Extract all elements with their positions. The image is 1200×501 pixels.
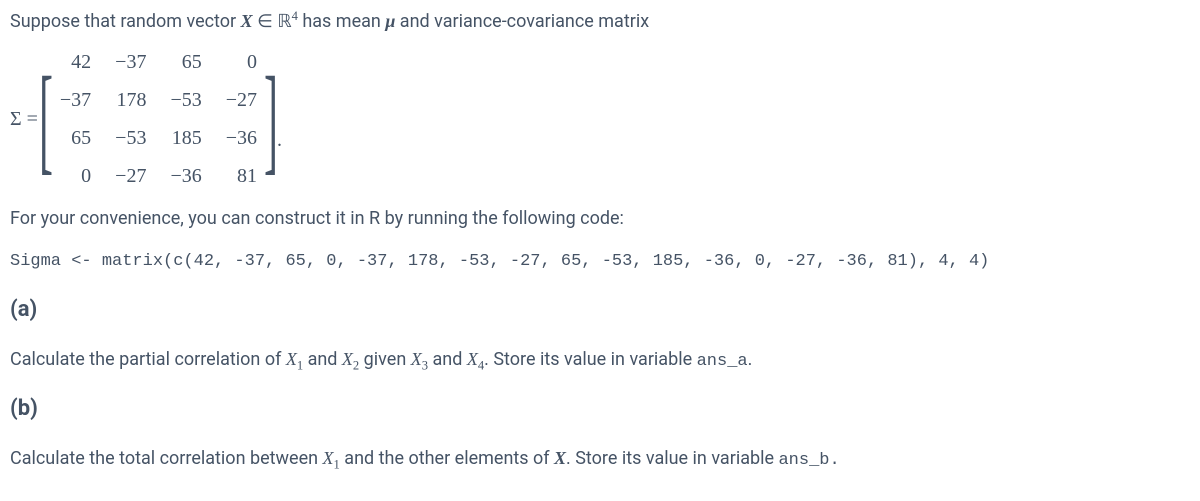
matrix-cell: 0 bbox=[214, 43, 269, 81]
matrix-cell: −53 bbox=[103, 119, 158, 157]
intro-part2: has mean bbox=[298, 11, 385, 32]
part-b-text2: and the other elements of bbox=[340, 448, 554, 469]
symbol-X3: X bbox=[411, 349, 422, 369]
ans-a-var: ans_a bbox=[697, 352, 748, 371]
covariance-matrix: 42 −37 65 0 −37 178 −53 −27 65 −53 185 −… bbox=[48, 43, 269, 195]
matrix-row: 42 −37 65 0 bbox=[48, 43, 269, 81]
r-code: Sigma <- matrix(c(42, -37, 65, 0, -37, 1… bbox=[10, 252, 989, 271]
matrix-cell: −36 bbox=[214, 119, 269, 157]
matrix-cell: −27 bbox=[103, 157, 158, 195]
convenience-text: For your convenience, you can construct … bbox=[10, 205, 1190, 232]
part-b-paragraph: Calculate the total correlation between … bbox=[10, 445, 1190, 474]
symbol-X4: X bbox=[467, 349, 478, 369]
part-b-dot: . bbox=[830, 451, 840, 470]
matrix-cell: 185 bbox=[158, 119, 213, 157]
text-and-2: and bbox=[428, 349, 467, 370]
part-a-label: (a) bbox=[10, 293, 1190, 326]
part-a-paragraph: Calculate the partial correlation of X1 … bbox=[10, 346, 1190, 375]
intro-part3: and variance-covariance matrix bbox=[395, 11, 649, 32]
symbol-X2: X bbox=[342, 349, 353, 369]
symbol-X1: X bbox=[286, 349, 297, 369]
matrix-cell: −36 bbox=[158, 157, 213, 195]
matrix-cell: 81 bbox=[214, 157, 269, 195]
part-b-text1: Calculate the total correlation between bbox=[10, 448, 323, 469]
symbol-X: X bbox=[241, 11, 253, 31]
matrix-cell: 65 bbox=[158, 43, 213, 81]
matrix-cell: −53 bbox=[158, 81, 213, 119]
symbol-mu: μ bbox=[385, 11, 395, 31]
matrix-cell: 42 bbox=[48, 43, 103, 81]
matrix-cell: 65 bbox=[48, 119, 103, 157]
symbol-b-Xvec: X bbox=[554, 448, 566, 468]
matrix-cell: −37 bbox=[48, 81, 103, 119]
text-and-1: and bbox=[303, 349, 342, 370]
ans-b-var: ans_b bbox=[778, 451, 829, 470]
sigma-equals: Σ = bbox=[10, 104, 38, 134]
part-a-dot: . bbox=[748, 349, 753, 370]
matrix-cell: −27 bbox=[214, 81, 269, 119]
intro-part1: Suppose that random vector bbox=[10, 11, 241, 32]
matrix-cell: −37 bbox=[103, 43, 158, 81]
r-code-block: Sigma <- matrix(c(42, -37, 65, 0, -37, 1… bbox=[10, 246, 1190, 275]
matrix-row: −37 178 −53 −27 bbox=[48, 81, 269, 119]
matrix-equation: Σ = [ 42 −37 65 0 −37 178 −53 −27 65 −53… bbox=[10, 43, 1190, 195]
symbol-in: ∈ bbox=[253, 11, 278, 31]
part-a-text2: . Store its value in variable bbox=[484, 349, 696, 370]
symbol-b-X1: X bbox=[323, 448, 334, 468]
symbol-R: ℝ bbox=[277, 11, 291, 31]
part-a-text1: Calculate the partial correlation of bbox=[10, 349, 286, 370]
part-b-label: (b) bbox=[10, 392, 1190, 425]
intro-paragraph: Suppose that random vector X ∈ ℝ4 has me… bbox=[10, 8, 1190, 35]
left-bracket-icon: [ bbox=[39, 71, 53, 167]
matrix-row: 0 −27 −36 81 bbox=[48, 157, 269, 195]
right-bracket-icon: ] bbox=[264, 71, 278, 167]
matrix-cell: 178 bbox=[103, 81, 158, 119]
matrix-cell: 0 bbox=[48, 157, 103, 195]
matrix-row: 65 −53 185 −36 bbox=[48, 119, 269, 157]
text-given: given bbox=[359, 349, 411, 370]
part-b-text3: . Store its value in variable bbox=[566, 448, 778, 469]
